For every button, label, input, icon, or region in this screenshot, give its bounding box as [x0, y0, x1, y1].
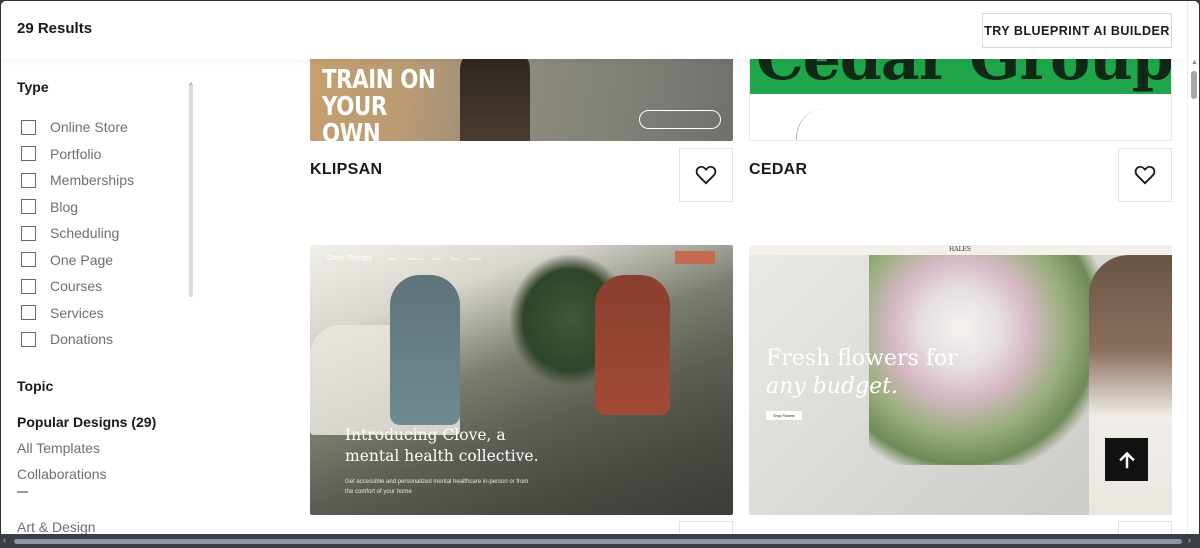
horizontal-scrollbar-thumb[interactable] — [14, 539, 1182, 544]
template-name-klipsan[interactable]: KLIPSAN — [310, 161, 382, 179]
scroll-left-icon[interactable]: ‹ — [3, 535, 6, 545]
preview-figure — [460, 59, 530, 141]
preview-headline: Fresh flowers for any budget. — [766, 345, 958, 401]
scroll-up-icon[interactable]: ▲ — [1191, 59, 1198, 66]
results-count: 29 Results — [17, 20, 93, 37]
favorite-button-cedar[interactable] — [1118, 148, 1172, 202]
type-option-label: Scheduling — [50, 225, 120, 242]
favorite-button-clove[interactable] — [679, 521, 733, 535]
type-option-label: Portfolio — [50, 145, 102, 162]
preview-button — [639, 110, 721, 129]
try-ai-builder-button[interactable]: TRY BLUEPRINT AI BUILDER — [982, 13, 1172, 48]
template-name-cedar[interactable]: CEDAR — [749, 161, 807, 179]
preview-brand: HALES — [949, 246, 972, 253]
checkbox[interactable] — [21, 199, 36, 215]
topic-all-templates[interactable]: All Templates — [17, 440, 100, 456]
type-option-portfolio[interactable]: Portfolio — [21, 141, 134, 168]
page-scrollbar[interactable]: ▲ — [1187, 1, 1199, 535]
template-grid: TRAIN ON YOUR OWN TIME. KLIPSAN Cedar Gr… — [201, 59, 1187, 535]
sidebar-scrollbar[interactable] — [189, 85, 193, 297]
preview-shop-button: Shop Flowers — [766, 411, 802, 420]
topic-art-design[interactable]: Art & Design — [17, 519, 96, 535]
topic-collaborations[interactable]: Collaborations — [17, 466, 107, 482]
preview-arc — [796, 108, 856, 140]
preview-headline-line1: Fresh flowers for — [766, 346, 958, 371]
results-header: 29 Results TRY BLUEPRINT AI BUILDER — [1, 1, 1187, 59]
heart-icon — [1134, 165, 1156, 185]
preview-headline: Introducing Clove, a mental health colle… — [345, 426, 539, 465]
type-option-donations[interactable]: Donations — [21, 326, 134, 353]
arrow-up-icon — [1118, 451, 1135, 468]
checkbox[interactable] — [21, 252, 36, 268]
template-preview-klipsan[interactable]: TRAIN ON YOUR OWN TIME. — [310, 59, 733, 141]
type-option-memberships[interactable]: Memberships — [21, 167, 134, 194]
type-option-label: Courses — [50, 278, 103, 295]
type-option-online-store[interactable]: Online Store — [21, 114, 134, 141]
type-option-services[interactable]: Services — [21, 300, 134, 327]
checkbox[interactable] — [21, 278, 36, 294]
topic-popular-designs[interactable]: Popular Designs (29) — [17, 414, 156, 430]
type-option-label: One Page — [50, 251, 114, 268]
preview-cta — [675, 251, 715, 264]
type-option-blog[interactable]: Blog — [21, 194, 134, 221]
checkbox[interactable] — [21, 146, 36, 162]
preview-headline: TRAIN ON YOUR OWN TIME. — [322, 65, 436, 142]
type-filter-list: Online Store Portfolio Memberships Blog … — [21, 114, 134, 353]
horizontal-scrollbar[interactable]: ‹ › — [0, 534, 1200, 548]
type-option-label: Online Store — [50, 119, 128, 136]
checkbox[interactable] — [21, 172, 36, 188]
template-preview-clove[interactable]: Clove Therapy About Sessions Team Blog C… — [310, 245, 733, 515]
template-browser-window: 29 Results TRY BLUEPRINT AI BUILDER Type… — [0, 0, 1200, 548]
preview-person — [390, 275, 460, 425]
preview-headline: Cedar Group — [756, 59, 1172, 94]
topic-filter-title: Topic — [17, 378, 54, 394]
checkbox[interactable] — [21, 331, 36, 347]
back-to-top-button[interactable] — [1105, 438, 1148, 481]
scroll-right-icon[interactable]: › — [1188, 535, 1191, 545]
type-option-scheduling[interactable]: Scheduling — [21, 220, 134, 247]
preview-headline-line2: any budget. — [766, 374, 898, 399]
checkbox[interactable] — [21, 305, 36, 321]
type-option-one-page[interactable]: One Page — [21, 247, 134, 274]
type-option-label: Donations — [50, 331, 114, 348]
preview-nav: About Sessions Team Blog Contact — [387, 256, 482, 261]
favorite-button-klipsan[interactable] — [679, 148, 733, 202]
type-option-label: Blog — [50, 198, 79, 215]
preview-brand: Clove Therapy — [327, 255, 373, 262]
template-preview-cedar[interactable]: Cedar Group — [749, 59, 1172, 141]
preview-banner: Cedar Group — [750, 59, 1172, 94]
topic-divider — [17, 491, 28, 493]
checkbox[interactable] — [21, 119, 36, 135]
type-option-label: Services — [50, 304, 104, 321]
type-option-courses[interactable]: Courses — [21, 273, 134, 300]
preview-person — [595, 275, 670, 415]
scrollbar-thumb[interactable] — [1191, 71, 1197, 99]
filter-sidebar: Type ▲ Online Store Portfolio Membership… — [1, 59, 201, 535]
favorite-button-hales[interactable] — [1118, 521, 1172, 535]
checkbox[interactable] — [21, 225, 36, 241]
type-option-label: Memberships — [50, 172, 135, 189]
heart-icon — [695, 165, 717, 185]
type-filter-title: Type — [17, 79, 49, 95]
preview-subtext: Get accessible and personalized mental h… — [345, 479, 529, 495]
